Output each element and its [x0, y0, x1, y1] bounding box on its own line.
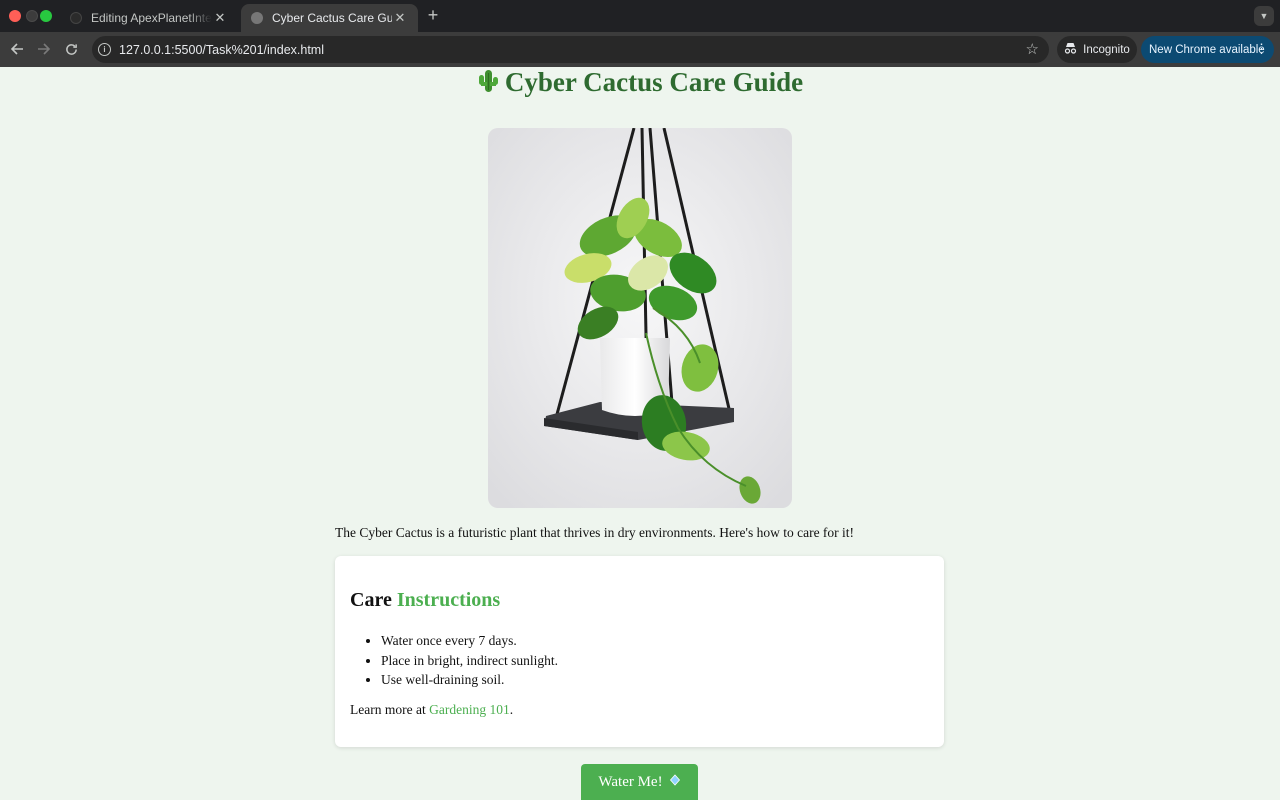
- water-me-button[interactable]: Water Me!: [581, 764, 698, 800]
- tab-close-icon[interactable]: ✕: [392, 10, 408, 26]
- page-title-text: Cyber Cactus Care Guide: [504, 67, 804, 97]
- list-item: Water once every 7 days.: [381, 631, 558, 651]
- globe-favicon-icon: [251, 12, 263, 24]
- tab-title: Cyber Cactus Care Guide: [272, 11, 392, 25]
- heading-word-instructions: Instructions: [396, 589, 501, 611]
- star-icon[interactable]: ☆: [1026, 40, 1039, 58]
- window-close-button[interactable]: [9, 10, 21, 22]
- update-chrome-button[interactable]: New Chrome available ⋮: [1141, 36, 1274, 63]
- care-list: Water once every 7 days. Place in bright…: [381, 631, 558, 690]
- heading-word-care: Care: [350, 589, 392, 611]
- learn-more-prefix: Learn more at: [350, 702, 426, 717]
- tab-search-chevron-icon[interactable]: ▼: [1254, 6, 1274, 26]
- list-item: Place in bright, indirect sunlight.: [381, 651, 558, 671]
- water-drop-icon: [669, 773, 681, 791]
- tab-close-icon[interactable]: ✕: [212, 10, 228, 26]
- window-minimize-button[interactable]: [26, 10, 38, 22]
- learn-more-suffix: .: [509, 702, 514, 717]
- reload-icon[interactable]: [61, 39, 81, 59]
- incognito-badge[interactable]: Incognito: [1057, 36, 1137, 63]
- tab-editing-repo[interactable]: Editing ApexPlanetInternship/ ✕: [60, 4, 238, 32]
- menu-dots-icon[interactable]: ⋮: [1255, 41, 1268, 57]
- care-instructions-heading: Care Instructions: [350, 589, 500, 612]
- tab-cyber-cactus[interactable]: Cyber Cactus Care Guide ✕: [241, 4, 418, 32]
- window-maximize-button[interactable]: [40, 10, 52, 22]
- intro-text: The Cyber Cactus is a futuristic plant t…: [335, 525, 855, 540]
- cactus-icon: [477, 68, 499, 101]
- plant-photo: [488, 128, 792, 508]
- browser-tab-strip: Editing ApexPlanetInternship/ ✕ Cyber Ca…: [0, 0, 1280, 32]
- page-title: Cyber Cactus Care Guide: [0, 67, 1280, 101]
- incognito-icon: [1064, 42, 1077, 57]
- web-page: Cyber Cactus Care Guide The Cyber Cactus…: [0, 67, 1280, 800]
- gardening-101-link[interactable]: Gardening 101: [429, 702, 510, 717]
- update-chrome-label: New Chrome available: [1149, 43, 1265, 56]
- incognito-label: Incognito: [1083, 43, 1130, 56]
- water-me-label: Water Me!: [598, 773, 663, 790]
- browser-toolbar: i 127.0.0.1:5500/Task%201/index.html ☆ I…: [0, 32, 1280, 67]
- back-arrow-icon[interactable]: [7, 39, 27, 59]
- list-item: Use well-draining soil.: [381, 670, 558, 690]
- address-bar[interactable]: i 127.0.0.1:5500/Task%201/index.html ☆: [92, 36, 1049, 63]
- forward-arrow-icon[interactable]: [34, 39, 54, 59]
- github-favicon-icon: [70, 12, 82, 24]
- care-instructions-card: Care Instructions Water once every 7 day…: [335, 556, 944, 747]
- learn-more-text: Learn more at Gardening 101.: [350, 702, 513, 718]
- url-text[interactable]: 127.0.0.1:5500/Task%201/index.html: [119, 43, 324, 57]
- info-icon[interactable]: i: [98, 43, 111, 56]
- tab-title: Editing ApexPlanetInternship/: [91, 11, 212, 25]
- new-tab-button[interactable]: +: [424, 5, 442, 26]
